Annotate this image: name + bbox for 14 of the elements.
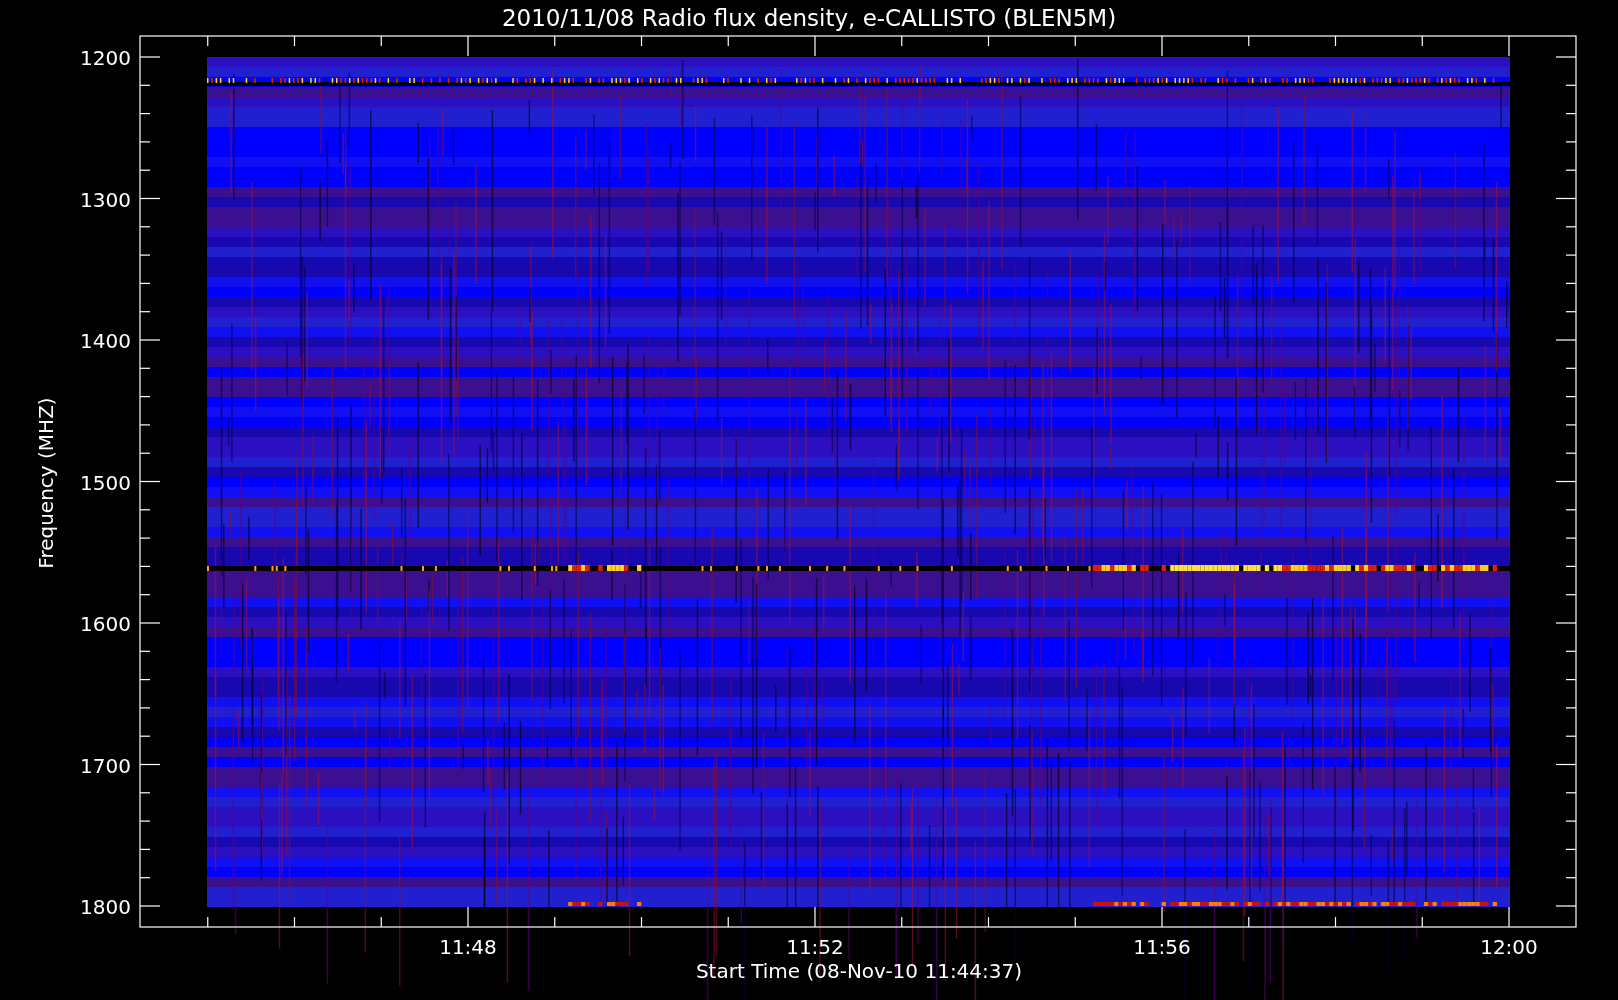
x-tick-label: 12:00: [1480, 935, 1538, 959]
x-axis-label: Start Time (08-Nov-10 11:44:37): [695, 959, 1023, 983]
y-tick-label: 1400: [80, 329, 131, 353]
y-tick-label: 1200: [80, 46, 131, 70]
y-tick-label: 1600: [80, 612, 131, 636]
chart-title: 2010/11/08 Radio flux density, e-CALLISTO (BLEN5M): [501, 5, 1117, 31]
x-tick-label: 11:52: [786, 935, 844, 959]
x-tick-label: 11:48: [439, 935, 497, 959]
y-tick-label: 1700: [80, 753, 131, 778]
y-axis-label: Frequency (MHZ): [34, 397, 58, 569]
y-tick-label: 1500: [80, 470, 131, 495]
y-tick-label: 1300: [80, 187, 131, 212]
x-tick-label: 11:56: [1133, 935, 1191, 959]
y-tick-label: 1800: [80, 895, 131, 919]
